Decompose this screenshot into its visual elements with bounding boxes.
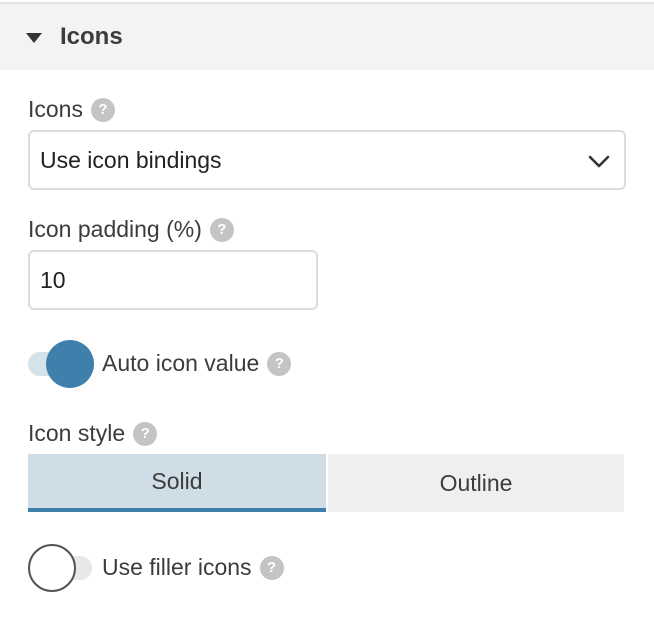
toggle-knob — [46, 340, 94, 388]
section-title: Icons — [60, 23, 123, 50]
auto-icon-value-label: Auto icon value — [102, 350, 260, 376]
icons-section-header[interactable]: Icons — [0, 4, 654, 70]
chevron-down-icon — [588, 155, 610, 168]
icons-label: Icons — [28, 96, 83, 122]
icon-padding-input[interactable] — [28, 250, 318, 310]
icon-style-outline-button[interactable]: Outline — [328, 454, 624, 512]
help-icon[interactable]: ? — [267, 351, 292, 376]
toggle-knob — [28, 544, 76, 592]
icon-style-solid-button[interactable]: Solid — [28, 454, 326, 512]
icons-select[interactable]: Use icon bindings — [28, 130, 626, 190]
caret-down-icon — [26, 33, 42, 43]
padding-label: Icon padding (%) — [28, 216, 202, 242]
icon-style-label: Icon style — [28, 420, 126, 446]
filler-icons-label: Use filler icons — [102, 554, 252, 580]
padding-label-row: Icon padding (%) ? — [28, 216, 234, 243]
auto-icon-value-toggle[interactable] — [28, 340, 96, 388]
help-icon[interactable]: ? — [259, 555, 284, 580]
icons-label-row: Icons ? — [28, 96, 115, 123]
help-icon[interactable]: ? — [133, 421, 158, 446]
icon-style-label-row: Icon style ? — [28, 420, 158, 447]
filler-icons-toggle[interactable] — [28, 544, 96, 592]
help-icon[interactable]: ? — [209, 217, 234, 242]
filler-icons-label-row: Use filler icons ? — [102, 554, 284, 581]
icon-style-segmented-control: Solid Outline — [28, 454, 624, 512]
icons-select-value: Use icon bindings — [40, 146, 222, 173]
help-icon[interactable]: ? — [90, 97, 115, 122]
auto-icon-value-label-row: Auto icon value ? — [102, 350, 292, 377]
